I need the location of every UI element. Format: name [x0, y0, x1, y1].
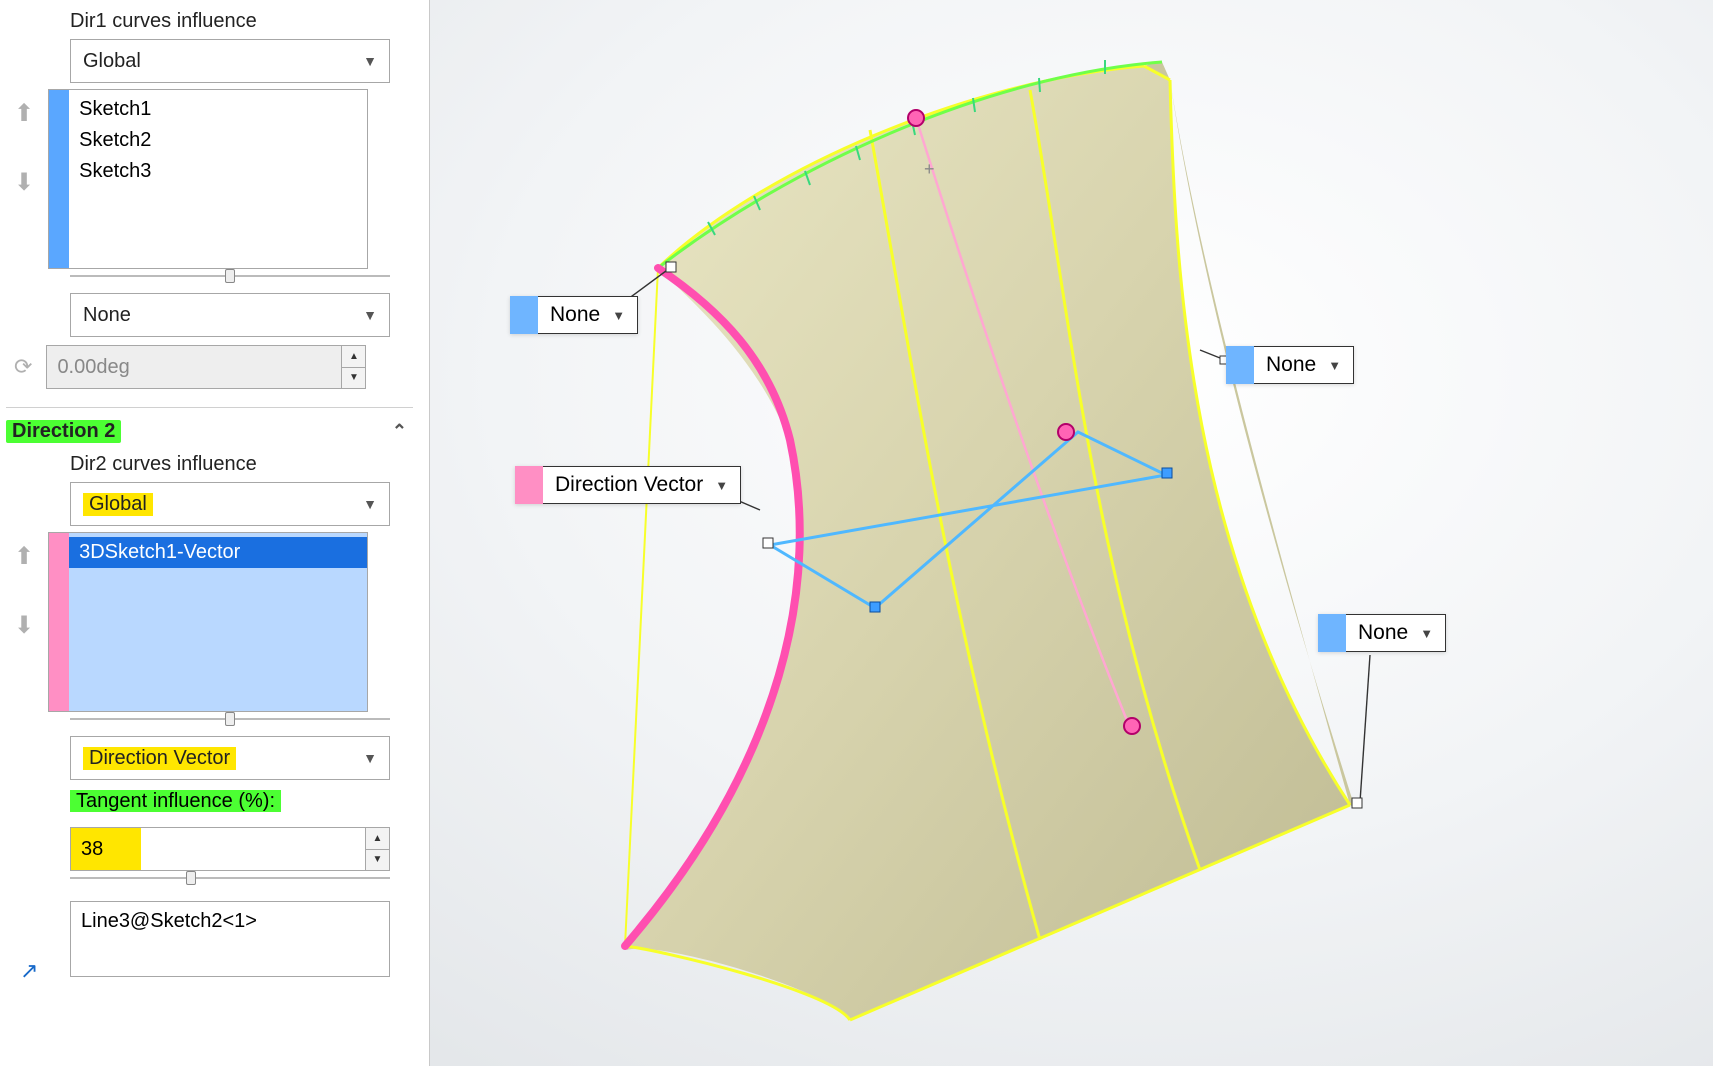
- callout-label: None: [1266, 353, 1316, 377]
- tangent-influence-input[interactable]: ▲ ▼: [70, 827, 390, 871]
- dir1-influence-value: Global: [83, 50, 141, 73]
- dir2-tangent-type-value: Direction Vector: [83, 747, 236, 770]
- chevron-up-icon[interactable]: ⌃: [392, 421, 407, 442]
- chevron-down-icon[interactable]: ▼: [715, 478, 728, 493]
- dir1-sketch-listbox[interactable]: Sketch1 Sketch2 Sketch3: [48, 89, 368, 269]
- dir1-stripe: [49, 90, 69, 268]
- direction2-title: Direction 2: [6, 420, 121, 443]
- move-up-icon[interactable]: ⬆: [14, 99, 34, 128]
- dir2-slider[interactable]: [70, 712, 390, 726]
- direction-vector-ref: Line3@Sketch2<1>: [81, 910, 257, 932]
- chevron-down-icon[interactable]: ▼: [1328, 358, 1341, 373]
- property-panel: Dir1 curves influence Global ▼ ⬆ ⬇ Sketc…: [0, 0, 430, 1066]
- chevron-down-icon: ▼: [363, 496, 377, 512]
- callout-swatch: [1318, 614, 1346, 652]
- dir1-draft-angle-input: ▲ ▼: [46, 345, 366, 389]
- callout-none-bottom-right[interactable]: None ▼: [1318, 614, 1446, 652]
- dir2-reorder-buttons: ⬆ ⬇: [14, 542, 34, 640]
- list-item[interactable]: 3DSketch1-Vector: [69, 537, 367, 568]
- callout-label: None: [1358, 621, 1408, 645]
- tangent-influence-slider[interactable]: [70, 871, 390, 885]
- dir1-curves-influence-label: Dir1 curves influence: [0, 6, 419, 39]
- dir1-influence-dropdown[interactable]: Global ▼: [70, 39, 390, 83]
- list-item[interactable]: Sketch1: [69, 94, 367, 125]
- reset-rotation-icon[interactable]: ⟳: [14, 354, 32, 380]
- slider-thumb[interactable]: [225, 269, 235, 283]
- direction2-header[interactable]: Direction 2 ⌃: [0, 414, 419, 449]
- svg-text:+: +: [924, 159, 935, 179]
- callout-direction-vector[interactable]: Direction Vector ▼: [515, 466, 741, 504]
- divider: [6, 407, 413, 408]
- model-geometry: +: [430, 0, 1713, 1066]
- callout-none-top-left[interactable]: None ▼: [510, 296, 638, 334]
- dir2-sketch-listbox[interactable]: 3DSketch1-Vector: [48, 532, 368, 712]
- apply-direction-icon[interactable]: ↗: [20, 958, 38, 984]
- callout-swatch: [1226, 346, 1254, 384]
- dir1-slider[interactable]: [70, 269, 390, 283]
- slider-thumb[interactable]: [225, 712, 235, 726]
- draft-angle-field: [47, 346, 341, 388]
- chevron-down-icon[interactable]: ▼: [1420, 626, 1433, 641]
- dir1-tangent-type-dropdown[interactable]: None ▼: [70, 293, 390, 337]
- dir1-tangent-type-value: None: [83, 304, 131, 327]
- tangent-influence-field[interactable]: [71, 828, 141, 870]
- dir2-influence-dropdown[interactable]: Global ▼: [70, 482, 390, 526]
- spin-up-icon: ▲: [342, 346, 365, 368]
- tangent-influence-label: Tangent influence (%):: [0, 780, 419, 819]
- dir2-stripe: [49, 533, 69, 711]
- move-down-icon[interactable]: ⬇: [14, 168, 34, 197]
- spin-up-icon[interactable]: ▲: [366, 828, 389, 850]
- list-item[interactable]: Sketch3: [69, 156, 367, 187]
- chevron-down-icon: ▼: [363, 750, 377, 766]
- spin-down-icon[interactable]: ▼: [366, 850, 389, 871]
- callout-label: None: [550, 303, 600, 327]
- callout-swatch: [510, 296, 538, 334]
- dir2-curves-influence-label: Dir2 curves influence: [0, 449, 419, 482]
- move-up-icon[interactable]: ⬆: [14, 542, 34, 571]
- dir2-influence-value: Global: [83, 493, 153, 516]
- spin-down-icon: ▼: [342, 368, 365, 389]
- dir1-reorder-buttons: ⬆ ⬇: [14, 99, 34, 197]
- callout-none-right[interactable]: None ▼: [1226, 346, 1354, 384]
- chevron-down-icon: ▼: [363, 307, 377, 323]
- dir2-tangent-type-dropdown[interactable]: Direction Vector ▼: [70, 736, 390, 780]
- chevron-down-icon[interactable]: ▼: [612, 308, 625, 323]
- callout-swatch: [515, 466, 543, 504]
- slider-thumb[interactable]: [186, 871, 196, 885]
- move-down-icon[interactable]: ⬇: [14, 611, 34, 640]
- graphics-viewport[interactable]: + None ▼ Direction Vector ▼ None ▼ None …: [430, 0, 1713, 1066]
- chevron-down-icon: ▼: [363, 53, 377, 69]
- callout-label: Direction Vector: [555, 473, 703, 497]
- list-item[interactable]: Sketch2: [69, 125, 367, 156]
- direction-vector-ref-box[interactable]: Line3@Sketch2<1>: [70, 901, 390, 977]
